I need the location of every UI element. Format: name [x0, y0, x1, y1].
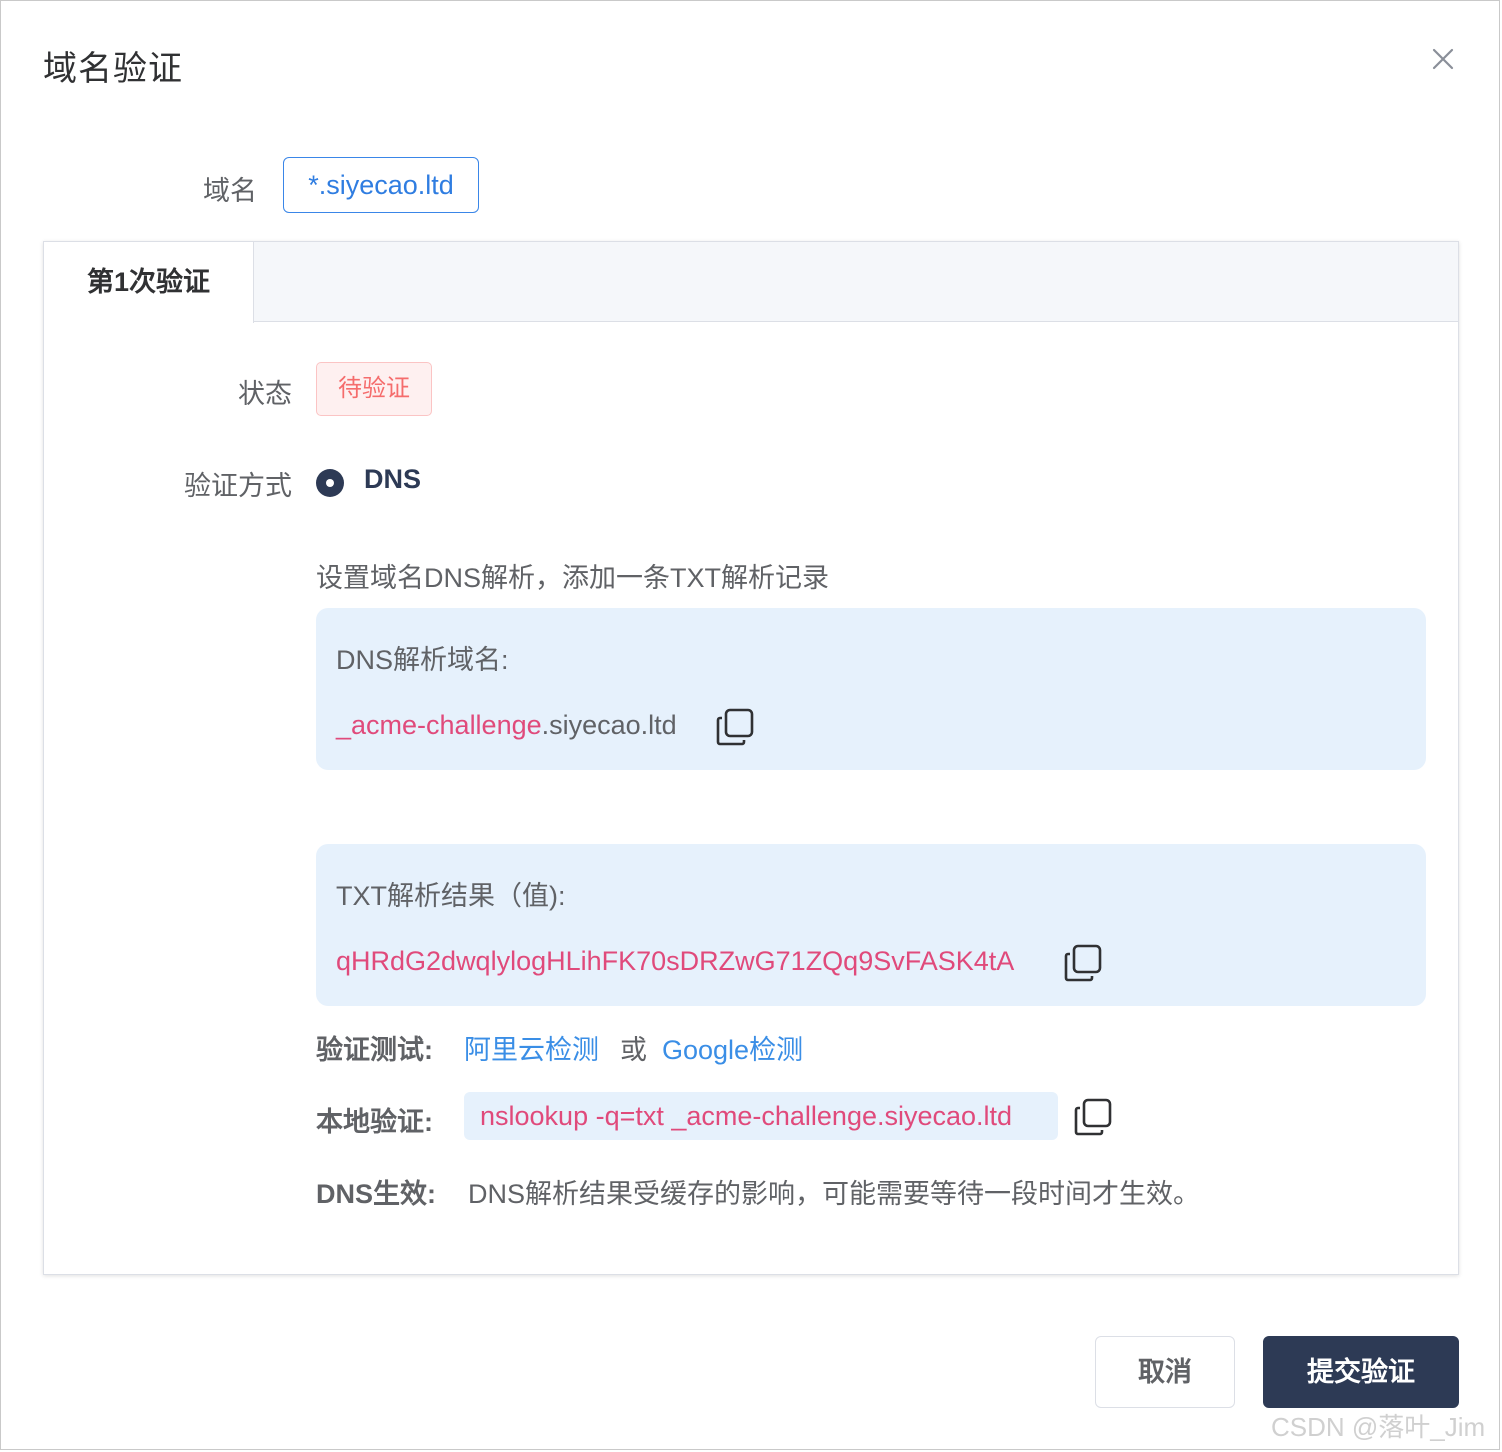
- method-label: 验证方式: [184, 471, 292, 501]
- dns-record-value: _acme-challenge.siyecao.ltd: [336, 710, 677, 741]
- or-text: 或: [620, 1035, 647, 1065]
- dns-radio[interactable]: [316, 469, 344, 497]
- dialog-title: 域名验证: [43, 50, 183, 88]
- close-icon[interactable]: [1427, 43, 1459, 75]
- txt-record-value: qHRdG2dwqlylogHLihFK70sDRZwG71ZQq9SvFASK…: [336, 946, 1015, 976]
- dns-record-suffix: .siyecao.ltd: [541, 710, 677, 740]
- dns-effect-text: DNS解析结果受缓存的影响，可能需要等待一段时间才生效。: [468, 1179, 1201, 1209]
- verification-card: 第1次验证 状态 待验证 验证方式 DNS 设置域名DNS解析，添加一条TXT解…: [43, 241, 1459, 1275]
- tab-first-verification[interactable]: 第1次验证: [44, 242, 254, 323]
- watermark: CSDN @落叶_Jim: [1271, 1412, 1486, 1442]
- status-label: 状态: [238, 379, 292, 409]
- aliyun-check-link[interactable]: 阿里云检测: [464, 1028, 599, 1067]
- nslookup-command: nslookup -q=txt _acme-challenge.siyecao.…: [464, 1092, 1058, 1140]
- submit-verification-button[interactable]: 提交验证: [1263, 1336, 1459, 1408]
- dns-record-box: DNS解析域名: _acme-challenge.siyecao.ltd: [316, 608, 1426, 770]
- domain-verify-dialog: 域名验证 域名 *.siyecao.ltd 第1次验证 状态 待验证 验证方式 …: [0, 0, 1500, 1450]
- copy-dns-record-icon[interactable]: [714, 706, 756, 748]
- verify-test-label: 验证测试:: [316, 1035, 433, 1065]
- cancel-button[interactable]: 取消: [1095, 1336, 1235, 1408]
- dns-record-prefix: _acme-challenge: [336, 710, 542, 740]
- status-badge: 待验证: [316, 362, 432, 416]
- local-verify-label: 本地验证:: [316, 1107, 433, 1137]
- domain-label: 域名: [203, 176, 257, 206]
- tab-bar: 第1次验证: [44, 242, 1458, 323]
- dns-record-title: DNS解析域名:: [336, 645, 509, 675]
- copy-command-icon[interactable]: [1072, 1096, 1114, 1138]
- txt-record-title: TXT解析结果（值):: [336, 881, 566, 911]
- dns-effect-label: DNS生效:: [316, 1179, 436, 1209]
- google-check-link[interactable]: Google检测: [662, 1028, 803, 1067]
- txt-record-box: TXT解析结果（值): qHRdG2dwqlylogHLihFK70sDRZwG…: [316, 844, 1426, 1006]
- instruction-text: 设置域名DNS解析，添加一条TXT解析记录: [316, 563, 829, 593]
- dns-radio-label[interactable]: DNS: [364, 464, 421, 495]
- copy-txt-record-icon[interactable]: [1062, 942, 1104, 984]
- domain-tag: *.siyecao.ltd: [283, 157, 479, 213]
